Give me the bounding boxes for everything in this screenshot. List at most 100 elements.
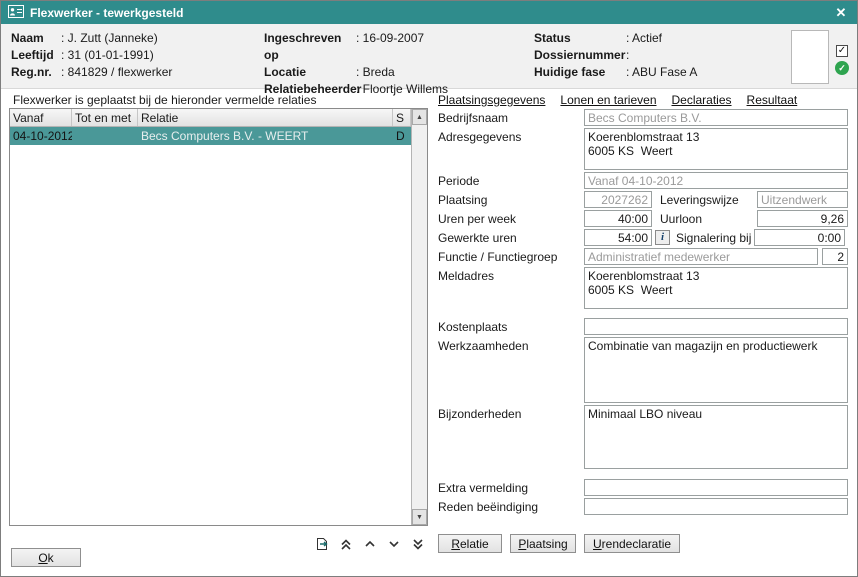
gewerkte-uren-input[interactable] [584, 229, 652, 246]
leveringswijze-input[interactable] [757, 191, 848, 208]
chevron-up-icon [364, 538, 376, 553]
status-ok-icon: ✓ [835, 61, 849, 75]
titlebar[interactable]: Flexwerker - tewerkgesteld ✕ [1, 1, 857, 24]
bijzonderheden-label: Bijzonderheden [438, 405, 584, 421]
person-info-panel: Naam: J. Zutt (Janneke) Leeftijd: 31 (01… [1, 24, 857, 89]
meldadres-textarea[interactable]: Koerenblomstraat 13 6005 KS Weert [584, 267, 848, 309]
uurloon-label: Uurloon [652, 210, 757, 226]
close-button[interactable]: ✕ [832, 5, 850, 21]
adresgegevens-textarea[interactable]: Koerenblomstraat 13 6005 KS Weert [584, 128, 848, 170]
bijzonderheden-textarea[interactable]: Minimaal LBO niveau [584, 405, 848, 469]
uren-per-week-input[interactable] [584, 210, 652, 227]
placement-details-panel: Plaatsingsgegevens Lonen en tarieven Dec… [438, 93, 848, 517]
flexwerker-window: Flexwerker - tewerkgesteld ✕ Naam: J. Zu… [0, 0, 858, 577]
info-value: : Breda [356, 64, 395, 81]
info-column-2: Ingeschreven op: 16-09-2007 Locatie: Bre… [264, 30, 448, 98]
werkzaamheden-textarea[interactable]: Combinatie van magazijn en productiewerk [584, 337, 848, 403]
open-record-icon [315, 537, 329, 554]
chevron-down-icon [388, 538, 400, 553]
arrow-up-icon: ▲ [416, 114, 423, 121]
photo-placeholder [791, 30, 829, 84]
signalering-bij-label: Signalering bij [670, 229, 754, 245]
info-value: : ABU Fase A [626, 64, 697, 81]
table-scrollbar[interactable]: ▲ ▼ [411, 109, 427, 525]
relatie-button[interactable]: Relatie [438, 534, 502, 553]
header-checkbox[interactable]: ✓ [836, 45, 848, 57]
kostenplaats-input[interactable] [584, 318, 848, 335]
extra-vermelding-input[interactable] [584, 479, 848, 496]
reden-beeindiging-input[interactable] [584, 498, 848, 515]
column-header-tot-en-met[interactable]: Tot en met [72, 109, 138, 126]
periode-label: Periode [438, 172, 584, 188]
kostenplaats-label: Kostenplaats [438, 318, 584, 334]
info-label: Huidige fase [534, 64, 626, 81]
record-nav-toolbar [311, 537, 429, 554]
action-buttons: Relatie Plaatsing Urendeclaratie [438, 534, 680, 553]
last-record-button[interactable] [407, 537, 429, 554]
column-header-relatie[interactable]: Relatie [138, 109, 393, 126]
info-value: : [626, 47, 629, 64]
urendeclaratie-button[interactable]: Urendeclaratie [584, 534, 680, 553]
column-header-s[interactable]: S [393, 109, 411, 126]
relatie-button-label: Relatie [451, 537, 488, 551]
info-label: Naam [11, 30, 61, 47]
plaatsing-input[interactable] [584, 191, 652, 208]
info-label: Locatie [264, 64, 356, 81]
previous-record-button[interactable] [359, 537, 381, 554]
column-header-vanaf[interactable]: Vanaf [10, 109, 72, 126]
urendeclaratie-button-label: Urendeclaratie [593, 537, 671, 551]
tab-resultaat[interactable]: Resultaat [747, 93, 798, 109]
ok-button-label: Ok [38, 551, 53, 565]
window-title: Flexwerker - tewerkgesteld [30, 6, 183, 20]
scroll-down-button[interactable]: ▼ [412, 509, 427, 525]
info-column-3: Status: Actief Dossiernummer: Huidige fa… [534, 30, 697, 81]
info-label: Ingeschreven op [264, 30, 356, 64]
werkzaamheden-label: Werkzaamheden [438, 337, 584, 353]
window-icon [8, 5, 24, 21]
tab-lonen-en-tarieven[interactable]: Lonen en tarieven [560, 93, 656, 109]
tab-declaraties[interactable]: Declaraties [672, 93, 732, 109]
functiegroep-input[interactable] [822, 248, 848, 265]
info-value: : Actief [626, 30, 662, 47]
arrow-down-icon: ▼ [416, 514, 423, 521]
check-icon: ✓ [838, 63, 846, 74]
scrollbar-track[interactable] [412, 125, 427, 509]
info-label: Leeftijd [11, 47, 61, 64]
cell-s: D [393, 127, 411, 145]
leveringswijze-label: Leveringswijze [652, 191, 757, 207]
next-record-button[interactable] [383, 537, 405, 554]
placements-table: Vanaf Tot en met Relatie S 04-10-2012 Be… [9, 108, 428, 526]
functie-label: Functie / Functiegroep [438, 248, 584, 264]
cell-relatie: Becs Computers B.V. - WEERT [138, 127, 393, 145]
periode-input[interactable] [584, 172, 848, 189]
info-column-1: Naam: J. Zutt (Janneke) Leeftijd: 31 (01… [11, 30, 172, 81]
first-record-button[interactable] [335, 537, 357, 554]
ok-button[interactable]: Ok [11, 548, 81, 567]
adresgegevens-label: Adresgegevens [438, 128, 584, 144]
extra-vermelding-label: Extra vermelding [438, 479, 584, 495]
chevron-double-down-icon [412, 538, 424, 554]
functie-input[interactable] [584, 248, 818, 265]
info-value: : 31 (01-01-1991) [61, 47, 154, 64]
plaatsing-button[interactable]: Plaatsing [510, 534, 576, 553]
table-header: Vanaf Tot en met Relatie S [10, 109, 411, 127]
plaatsing-button-label: Plaatsing [518, 537, 567, 551]
chevron-double-up-icon [340, 538, 352, 554]
check-icon: ✓ [838, 45, 846, 56]
uurloon-input[interactable] [757, 210, 848, 227]
cell-tot-en-met [72, 127, 138, 145]
reden-beeindiging-label: Reden beëindiging [438, 498, 584, 514]
tab-plaatsingsgegevens[interactable]: Plaatsingsgegevens [438, 93, 545, 109]
info-label: Dossiernummer [534, 47, 626, 64]
bedrijfsnaam-input[interactable] [584, 109, 848, 126]
info-icon[interactable]: i [655, 230, 670, 245]
info-value: : J. Zutt (Janneke) [61, 30, 158, 47]
info-value: : 16-09-2007 [356, 30, 424, 64]
signalering-bij-input[interactable] [754, 229, 845, 246]
info-value: : Floortje Willems [356, 81, 448, 98]
bedrijfsnaam-label: Bedrijfsnaam [438, 109, 584, 125]
tab-strip: Plaatsingsgegevens Lonen en tarieven Dec… [438, 93, 848, 109]
scroll-up-button[interactable]: ▲ [412, 109, 427, 125]
table-row[interactable]: 04-10-2012 Becs Computers B.V. - WEERT D [10, 127, 411, 145]
open-record-button[interactable] [311, 537, 333, 554]
